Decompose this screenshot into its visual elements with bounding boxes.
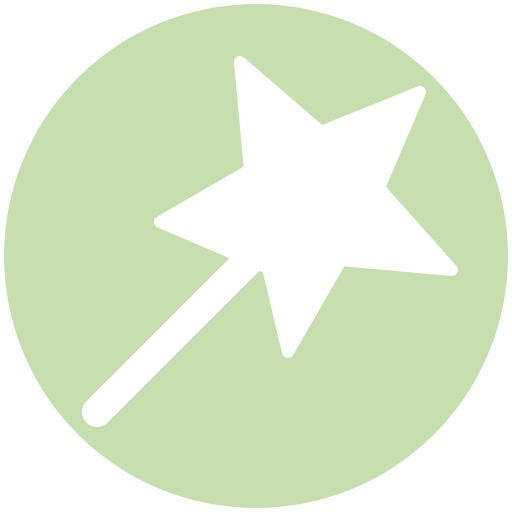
magic-wand-icon	[4, 4, 508, 508]
magic-wand-icon-container	[0, 0, 512, 512]
